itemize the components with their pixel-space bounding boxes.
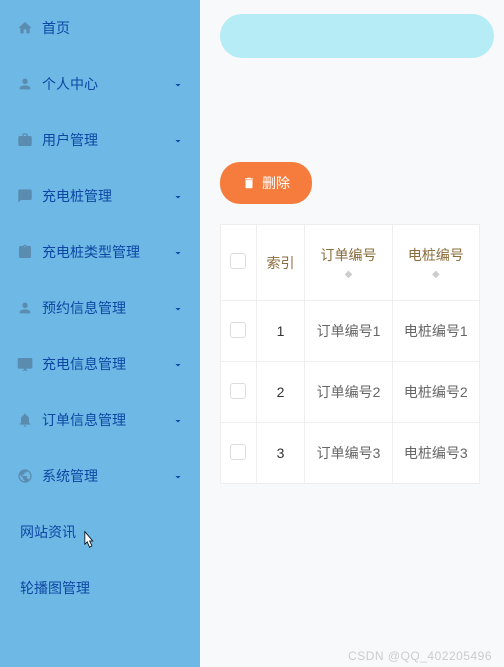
- sidebar-submenu-label: 网站资讯: [20, 522, 184, 542]
- home-icon: [16, 19, 34, 37]
- sort-icon: ◆: [313, 269, 383, 280]
- chevron-down-icon: [172, 78, 184, 90]
- clipboard-icon: [16, 243, 34, 261]
- sidebar-item-label: 系统管理: [42, 466, 172, 486]
- column-header-checkbox: [221, 225, 257, 301]
- sidebar-item-label: 充电信息管理: [42, 354, 172, 374]
- data-table: 索引 订单编号◆ 电桩编号◆ 1 订单编号1 电桩编号1 2 订单编号2 电桩编…: [220, 224, 480, 484]
- chevron-down-icon: [172, 302, 184, 314]
- sidebar-submenu-label: 轮播图管理: [20, 578, 184, 598]
- sidebar: 首页 个人中心 用户管理 充电桩管理 充电桩类型管理 预约信息管理: [0, 0, 200, 667]
- briefcase-icon: [16, 131, 34, 149]
- cell-index: 3: [256, 423, 305, 484]
- user-icon: [16, 299, 34, 317]
- sidebar-item-order-mgmt[interactable]: 订单信息管理: [0, 392, 200, 448]
- cell-index: 1: [256, 301, 305, 362]
- bell-icon: [16, 411, 34, 429]
- table-row: 1 订单编号1 电桩编号1: [221, 301, 480, 362]
- cell-pileno: 电桩编号1: [392, 301, 479, 362]
- row-checkbox[interactable]: [230, 383, 246, 399]
- column-header-pileno[interactable]: 电桩编号◆: [392, 225, 479, 301]
- sidebar-submenu-site-info[interactable]: 网站资讯: [0, 504, 200, 560]
- top-bar: [220, 14, 494, 58]
- sidebar-item-personal[interactable]: 个人中心: [0, 56, 200, 112]
- watermark: CSDN @QQ_402205496: [348, 649, 492, 663]
- sidebar-item-label: 预约信息管理: [42, 298, 172, 318]
- row-checkbox[interactable]: [230, 444, 246, 460]
- trash-icon: [242, 176, 256, 190]
- chevron-down-icon: [172, 414, 184, 426]
- table-row: 2 订单编号2 电桩编号2: [221, 362, 480, 423]
- cell-pileno: 电桩编号3: [392, 423, 479, 484]
- sidebar-item-booking-mgmt[interactable]: 预约信息管理: [0, 280, 200, 336]
- chevron-down-icon: [172, 358, 184, 370]
- sidebar-item-label: 个人中心: [42, 74, 172, 94]
- main-content: 删除 索引 订单编号◆ 电桩编号◆ 1 订单编号1 电桩编号1: [200, 0, 504, 667]
- sidebar-item-pile-mgmt[interactable]: 充电桩管理: [0, 168, 200, 224]
- chevron-down-icon: [172, 246, 184, 258]
- sidebar-item-label: 首页: [42, 18, 184, 38]
- chevron-down-icon: [172, 470, 184, 482]
- cell-index: 2: [256, 362, 305, 423]
- sidebar-item-charge-info-mgmt[interactable]: 充电信息管理: [0, 336, 200, 392]
- cell-orderno: 订单编号3: [305, 423, 392, 484]
- delete-button-label: 删除: [262, 173, 290, 193]
- row-checkbox[interactable]: [230, 322, 246, 338]
- sidebar-item-label: 充电桩管理: [42, 186, 172, 206]
- chevron-down-icon: [172, 134, 184, 146]
- user-icon: [16, 75, 34, 93]
- monitor-icon: [16, 355, 34, 373]
- sort-icon: ◆: [401, 269, 471, 280]
- sidebar-item-user-mgmt[interactable]: 用户管理: [0, 112, 200, 168]
- sidebar-submenu-carousel[interactable]: 轮播图管理: [0, 560, 200, 616]
- delete-button[interactable]: 删除: [220, 162, 312, 204]
- sidebar-item-system-mgmt[interactable]: 系统管理: [0, 448, 200, 504]
- sidebar-item-label: 用户管理: [42, 130, 172, 150]
- sidebar-item-home[interactable]: 首页: [0, 0, 200, 56]
- table-row: 3 订单编号3 电桩编号3: [221, 423, 480, 484]
- cell-orderno: 订单编号1: [305, 301, 392, 362]
- sidebar-item-pile-type-mgmt[interactable]: 充电桩类型管理: [0, 224, 200, 280]
- cell-orderno: 订单编号2: [305, 362, 392, 423]
- chevron-down-icon: [172, 190, 184, 202]
- cell-pileno: 电桩编号2: [392, 362, 479, 423]
- sidebar-item-label: 订单信息管理: [42, 410, 172, 430]
- select-all-checkbox[interactable]: [230, 253, 246, 269]
- message-icon: [16, 187, 34, 205]
- globe-icon: [16, 467, 34, 485]
- column-header-orderno[interactable]: 订单编号◆: [305, 225, 392, 301]
- column-header-index[interactable]: 索引: [256, 225, 305, 301]
- sidebar-item-label: 充电桩类型管理: [42, 242, 172, 262]
